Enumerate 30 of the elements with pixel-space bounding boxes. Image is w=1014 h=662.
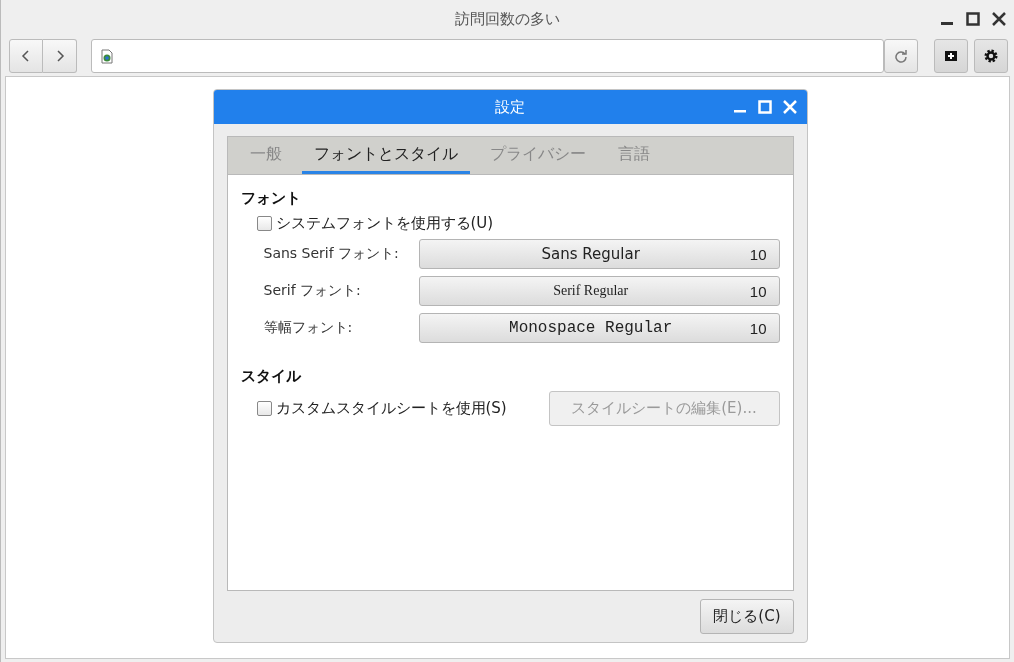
maximize-icon[interactable] — [966, 12, 980, 26]
font-button[interactable]: Monospace Regular 10 — [418, 313, 780, 343]
settings-button[interactable] — [974, 39, 1008, 73]
forward-icon — [54, 49, 65, 63]
reload-icon — [894, 49, 908, 63]
section-heading: フォント — [240, 189, 302, 208]
page-icon — [101, 48, 113, 64]
checkbox-label[interactable]: カスタムスタイルシートを使用(S) — [275, 399, 507, 418]
tab[interactable]: フォントとスタイル — [301, 137, 470, 174]
new-tab-button[interactable] — [934, 39, 968, 73]
address-field[interactable] — [91, 39, 884, 73]
section-heading: スタイル — [240, 367, 302, 386]
checkbox-label[interactable]: システムフォントを使用する(U) — [275, 214, 494, 233]
close-button[interactable]: 閉じる(C) — [700, 599, 794, 634]
reload-button[interactable] — [884, 39, 918, 73]
close-icon[interactable] — [992, 12, 1006, 26]
window-title: 訪問回数の多い — [455, 9, 560, 29]
settings-icon — [983, 48, 999, 64]
font-label: Sans Serif フォント: — [263, 245, 400, 263]
dialog-title: 設定 — [495, 97, 525, 117]
forward-button[interactable] — [43, 39, 77, 73]
back-icon — [21, 49, 31, 63]
back-button[interactable] — [9, 39, 43, 73]
font-button[interactable]: Sans Regular 10 — [418, 239, 780, 269]
plus-icon — [943, 49, 959, 63]
font-label: 等幅フォント: — [263, 319, 354, 337]
checkbox[interactable] — [256, 216, 272, 231]
font-label: Serif フォント: — [263, 282, 362, 300]
font-button[interactable]: Serif Regular 10 — [418, 276, 780, 306]
checkbox[interactable] — [256, 401, 272, 416]
